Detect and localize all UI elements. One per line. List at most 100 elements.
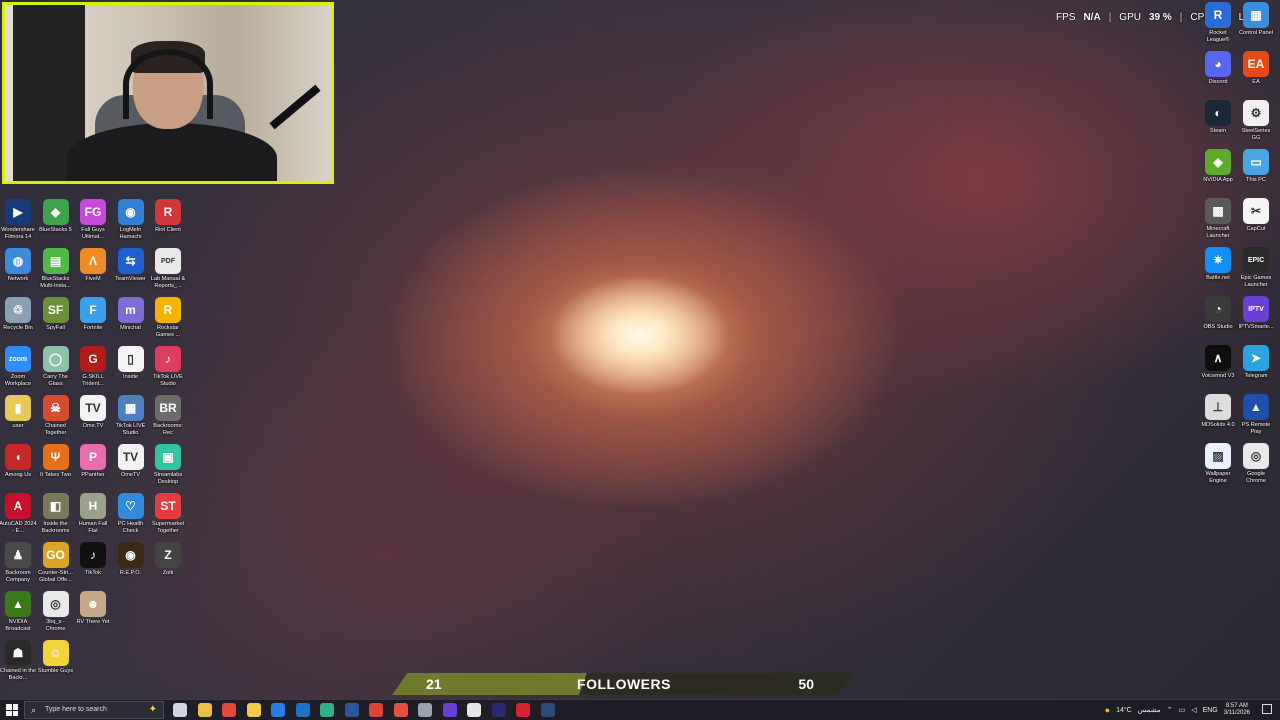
desktop-icon-zoiti[interactable]: Z Zoiti bbox=[149, 542, 187, 584]
desktop-icon-ometv[interactable]: TV OmeTV bbox=[112, 444, 150, 486]
taskbar-outlook-icon[interactable] bbox=[295, 703, 310, 717]
taskbar-steelseries-icon[interactable] bbox=[467, 703, 481, 717]
desktop-icon-ome-tv[interactable]: TV Ome.TV bbox=[74, 395, 112, 437]
taskbar-terminal-icon[interactable] bbox=[491, 703, 506, 717]
minecraft-launcher-icon: ▩ bbox=[1205, 198, 1231, 224]
taskbar-file-explorer-icon[interactable] bbox=[197, 703, 212, 717]
desktop-icon-wallpaper-engine[interactable]: ▨ Wallpaper Engine bbox=[1199, 443, 1237, 485]
desktop-icon-rv-there-yet[interactable]: ☻ RV There Yet bbox=[74, 591, 112, 633]
desktop-icon-chained-in-the-backr[interactable]: ☗ Chained in the Backr... bbox=[0, 640, 37, 682]
desktop-icon-telegram[interactable]: ➤ Telegram bbox=[1237, 345, 1275, 387]
desktop-icon-discord[interactable]: ◕ Discord bbox=[1199, 51, 1237, 93]
desktop-icon-minecraft-launcher[interactable]: ▩ Minecraft Launcher bbox=[1199, 198, 1237, 240]
desktop-icon-backrooms-rec[interactable]: BR Backrooms: Rec bbox=[149, 395, 187, 437]
desktop-icon-epic-games-launcher[interactable]: EPIC Epic Games Launcher bbox=[1237, 247, 1275, 289]
language-indicator[interactable]: ENG bbox=[1203, 707, 1218, 714]
desktop-icon-steam[interactable]: ◐ Steam bbox=[1199, 100, 1237, 142]
desktop-icon-autocad-2024-e[interactable]: A AutoCAD 2024 - E... bbox=[0, 493, 37, 535]
desktop-icon-it-takes-two[interactable]: Ψ It Takes Two bbox=[37, 444, 75, 486]
desktop-icon-battle-net[interactable]: ✷ Battle.net bbox=[1199, 247, 1237, 289]
desktop-icon-steelseries-gg[interactable]: ⚙ SteelSeries GG bbox=[1237, 100, 1275, 142]
desktop-icon-inside-the-backrooms[interactable]: ◧ Inside the Backrooms bbox=[37, 493, 75, 535]
desktop-icon-label: Chained Together bbox=[44, 423, 67, 436]
desktop-icon-fall-guys-ultimat[interactable]: FG Fall Guys Ultimat... bbox=[74, 199, 112, 241]
taskbar-app-purple-icon[interactable] bbox=[442, 703, 457, 717]
desktop-icon-nvidia-broadcast[interactable]: ▲ NVIDIA Broadcast bbox=[0, 591, 37, 633]
desktop-icon-fivem[interactable]: Λ FiveM bbox=[74, 248, 112, 290]
desktop-icon-google-chrome[interactable]: ◎ Google Chrome bbox=[1237, 443, 1275, 485]
chevron-up-icon[interactable]: ⌃ bbox=[1167, 706, 1173, 714]
desktop-icon-label: G.SKILL Trident... bbox=[82, 374, 104, 387]
desktop-icon-carry-the-glass[interactable]: ◯ Carry The Glass bbox=[37, 346, 75, 388]
desktop-icon-user[interactable]: ▮ user bbox=[0, 395, 37, 437]
taskbar-store-icon[interactable] bbox=[271, 703, 285, 717]
desktop-icon-ea[interactable]: EA EA bbox=[1237, 51, 1275, 93]
notification-icon[interactable] bbox=[1262, 704, 1272, 714]
windows-start-icon[interactable] bbox=[6, 704, 18, 716]
desktop-icon-ppanther[interactable]: P PPanther bbox=[74, 444, 112, 486]
desktop-icon-inside[interactable]: ▯ Inside bbox=[112, 346, 150, 388]
desktop-icon-stumble-guys[interactable]: ☺ Stumble Guys bbox=[37, 640, 75, 682]
network-icon[interactable]: ▭ bbox=[1179, 706, 1186, 714]
desktop-icon-r-e-p-o[interactable]: ◉ R.E.P.O. bbox=[112, 542, 150, 584]
desktop-icon-mdsolids-4-0[interactable]: ⊥ MDSolids 4.0 bbox=[1199, 394, 1237, 436]
desktop-icon-3bq-s-chrome[interactable]: ◎ 3bq_s - Chrome bbox=[37, 591, 75, 633]
desktop-icon-pc-health-check[interactable]: ♡ PC Health Check bbox=[112, 493, 150, 535]
desktop-icon-supermarket-together[interactable]: ST Supermarket Together bbox=[149, 493, 187, 535]
pc-health-check-icon: ♡ bbox=[117, 493, 144, 519]
desktop-icon-g-skill-trident[interactable]: G G.SKILL Trident... bbox=[74, 346, 112, 388]
desktop-icon-among-us[interactable]: ◖ Among Us bbox=[0, 444, 37, 486]
battle-net-icon: ✷ bbox=[1205, 247, 1231, 273]
taskbar-task-view-icon[interactable] bbox=[173, 703, 187, 717]
taskbar-opera-icon[interactable] bbox=[516, 703, 530, 717]
desktop-icon-this-pc[interactable]: ▭ This PC bbox=[1237, 149, 1275, 191]
taskbar-chrome-icon[interactable] bbox=[222, 703, 236, 717]
desktop-icon-network[interactable]: ◍ Network bbox=[0, 248, 37, 290]
desktop-icon-rockstar-games[interactable]: R Rockstar Games ... bbox=[149, 297, 187, 339]
carry-the-glass-icon: ◯ bbox=[42, 346, 69, 372]
desktop-icon-label: Steam bbox=[1209, 128, 1227, 134]
desktop-icon-fortnite[interactable]: F Fortnite bbox=[74, 297, 112, 339]
supermarket-together-icon: ST bbox=[155, 493, 181, 519]
desktop-icon-nvidia-app[interactable]: ◈ NVIDIA App bbox=[1199, 149, 1237, 191]
desktop-icon-lab-manual-reports[interactable]: PDF Lab Manual & Reports_... bbox=[149, 248, 187, 290]
desktop-icon-voicemod-v3[interactable]: ∧ Voicemod V3 bbox=[1199, 345, 1237, 387]
desktop-icon-recycle-bin[interactable]: ♲ Recycle Bin bbox=[0, 297, 37, 339]
desktop-icon-ps-remote-play[interactable]: ▲ PS Remote Play bbox=[1237, 394, 1275, 436]
desktop-icon-rocket-league[interactable]: R Rocket League® bbox=[1199, 2, 1237, 44]
desktop-icon-label: Carry The Glass bbox=[43, 374, 68, 387]
volume-icon[interactable]: ◁ bbox=[1191, 706, 1196, 714]
taskbar-word-icon[interactable] bbox=[344, 703, 359, 717]
desktop-icon-chained-together[interactable]: ☠ Chained Together bbox=[37, 395, 75, 437]
desktop-icon-wondershare-filmora-14[interactable]: ▶ Wondershare Filmora 14 bbox=[0, 199, 37, 241]
desktop-icon-obs-studio[interactable]: ◔ OBS Studio bbox=[1199, 296, 1237, 338]
desktop-icon-capcut[interactable]: ✂ CapCut bbox=[1237, 198, 1275, 240]
desktop-icon-bluestacks-multi-insta[interactable]: ▤ BlueStacks Multi-Insta... bbox=[37, 248, 75, 290]
taskbar-edge-icon[interactable] bbox=[320, 703, 334, 717]
taskbar-steam-icon[interactable] bbox=[540, 703, 555, 717]
recycle-bin-icon: ♲ bbox=[5, 297, 31, 323]
taskbar-clock[interactable]: 8:57 AM 3/11/2026 bbox=[1224, 703, 1250, 717]
desktop-icon-minichat[interactable]: m Minichat bbox=[112, 297, 150, 339]
desktop-icon-control-panel[interactable]: ▦ Control Panel bbox=[1237, 2, 1275, 44]
desktop-icon-riot-client[interactable]: R Riot Client bbox=[149, 199, 187, 241]
taskbar-file-manager-icon[interactable] bbox=[246, 703, 261, 717]
taskbar-settings-icon[interactable] bbox=[418, 703, 432, 717]
desktop-icon-zoom-workplace[interactable]: zoom Zoom Workplace bbox=[0, 346, 37, 388]
desktop-icon-iptvsmarte[interactable]: IPTV IPTVSmarte... bbox=[1237, 296, 1275, 338]
taskbar-chrome-3-icon[interactable] bbox=[393, 703, 408, 717]
desktop-icon-human-fall-flat[interactable]: H Human Fall Flat bbox=[74, 493, 112, 535]
desktop-icon-backroom-company[interactable]: ♟ Backroom Company bbox=[0, 542, 37, 584]
desktop-icon-teamviewer[interactable]: ⇆ TeamViewer bbox=[112, 248, 150, 290]
desktop-icon-tiktok-live-studio[interactable]: ▦ TikTok LIVE Studio bbox=[112, 395, 150, 437]
desktop-icon-tiktok-live-studio[interactable]: ♪ TikTok LIVE Studio bbox=[149, 346, 187, 388]
desktop-icon-bluestacks-5[interactable]: ◆ BlueStacks 5 bbox=[37, 199, 75, 241]
desktop-icon-counter-stri-global-offe[interactable]: GO Counter-Stri... Global Offe... bbox=[37, 542, 75, 584]
desktop-icon-logmein-hamachi[interactable]: ◉ LogMeIn Hamachi bbox=[112, 199, 150, 241]
weather-temp[interactable]: 14°C bbox=[1116, 707, 1132, 714]
taskbar-search-input[interactable]: ⌕ Type here to search ✦ bbox=[24, 701, 164, 719]
taskbar-chrome-2-icon[interactable] bbox=[369, 703, 383, 717]
desktop-icon-streamlabs-desktop[interactable]: ▣ Streamlabs Desktop bbox=[149, 444, 187, 486]
desktop-icon-spyfall[interactable]: SF SpyFall bbox=[37, 297, 75, 339]
desktop-icon-tiktok[interactable]: ♪ TikTok bbox=[74, 542, 112, 584]
